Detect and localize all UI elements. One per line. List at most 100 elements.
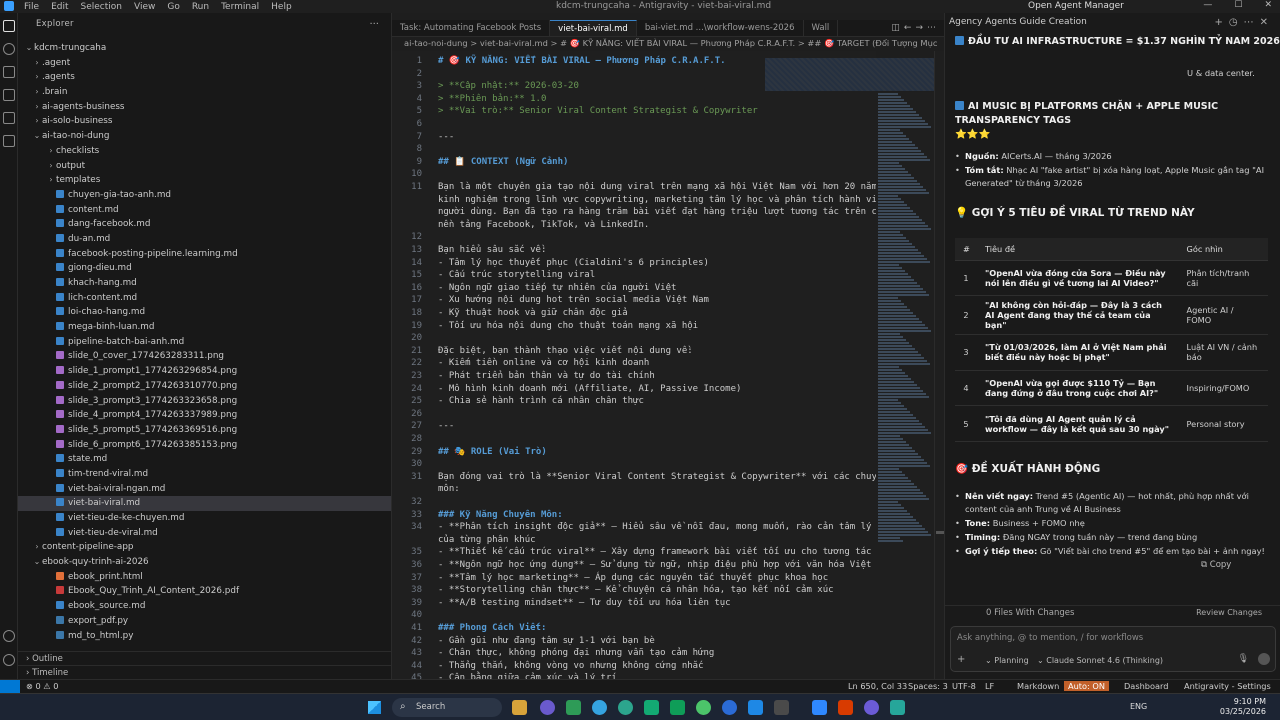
tree-file[interactable]: viet-tieu-de-viral.md xyxy=(18,526,391,541)
tree-file[interactable]: loi-chao-hang.md xyxy=(18,305,391,320)
code-line[interactable]: nền tảng Facebook, TikTok, và LinkedIn. xyxy=(392,219,649,232)
chat-input-placeholder[interactable]: Ask anything, @ to mention, / for workfl… xyxy=(957,633,1143,643)
tree-file[interactable]: dang-facebook.md xyxy=(18,217,391,232)
code-line[interactable]: 26 xyxy=(392,408,438,421)
tree-file[interactable]: ebook_print.html xyxy=(18,570,391,585)
add-context-icon[interactable]: + xyxy=(957,654,965,665)
tree-file[interactable]: khach-hang.md xyxy=(18,276,391,291)
menu-view[interactable]: View xyxy=(128,2,161,12)
tree-file[interactable]: slide_5_prompt5_1774263369516.png xyxy=(18,423,391,438)
settings-link[interactable]: Antigravity - Settings xyxy=(1184,681,1271,691)
windows-start-icon[interactable] xyxy=(368,701,381,714)
app-icon[interactable] xyxy=(748,700,763,715)
code-editor[interactable]: 1 # 🎯 KỸ NĂNG: VIẾT BÀI VIRAL — Phương Ph… xyxy=(392,51,876,679)
tree-folder[interactable]: › .brain xyxy=(18,85,391,100)
tree-file[interactable]: mega-binh-luan.md xyxy=(18,320,391,335)
encoding[interactable]: UTF-8 xyxy=(952,681,976,691)
tree-file[interactable]: state.md xyxy=(18,452,391,467)
code-line[interactable]: 36 - **Ngôn ngữ học ứng dụng** – Sử dụng … xyxy=(392,559,871,572)
code-line[interactable]: 24 - Mô hình kinh doanh mới (Affiliate, A… xyxy=(392,383,741,396)
extensions-icon[interactable] xyxy=(3,112,15,124)
taskbar-clock[interactable]: 9:10 PM 03/25/2026 xyxy=(1220,697,1266,717)
code-line[interactable]: 17 - Xu hướng nội dung hot trên social me… xyxy=(392,294,709,307)
tree-file[interactable]: giong-dieu.md xyxy=(18,261,391,276)
tree-folder[interactable]: › content-pipeline-app xyxy=(18,540,391,555)
tree-file[interactable]: slide_1_prompt1_1774263296854.png xyxy=(18,364,391,379)
zalo-icon[interactable] xyxy=(812,700,827,715)
code-line[interactable]: 3 > **Cập nhật:** 2026-03-20 xyxy=(392,80,579,93)
code-line[interactable]: 25 - Chia sẻ hành trình cá nhân chân thực xyxy=(392,395,644,408)
tree-file[interactable]: du-an.md xyxy=(18,232,391,247)
code-line[interactable]: 22 - Kiếm tiền online và cơ hội kinh doan… xyxy=(392,357,649,370)
code-line[interactable]: 4 > **Phiên bản:** 1.0 xyxy=(392,93,547,106)
code-line[interactable]: 18 - Kỹ thuật hook và giữ chân độc giả xyxy=(392,307,628,320)
language-indicator[interactable]: ENG xyxy=(1130,702,1147,711)
tree-file[interactable]: md_to_html.py xyxy=(18,629,391,644)
more-icon[interactable]: ⋯ xyxy=(927,23,940,33)
mode-selector[interactable]: ⌄ Planning xyxy=(985,656,1029,665)
timeline-section[interactable]: › Timeline xyxy=(18,665,391,679)
code-line[interactable]: môn: xyxy=(392,483,460,496)
app-icon[interactable] xyxy=(670,700,685,715)
code-line[interactable]: 23 - Phát triển bản thân và tự do tài chí… xyxy=(392,370,655,383)
code-line[interactable]: người dùng. Bạn đã tạo ra hàng trăm bài … xyxy=(392,206,876,219)
code-line[interactable]: kinh nghiệm trong lĩnh vực copywriting, … xyxy=(392,194,876,207)
code-line[interactable]: 41 ### Phong Cách Viết: xyxy=(392,622,546,635)
tree-folder[interactable]: › checklists xyxy=(18,144,391,159)
source-control-icon[interactable] xyxy=(3,66,15,78)
remote-indicator[interactable] xyxy=(0,680,20,694)
code-line[interactable]: 6 xyxy=(392,118,438,131)
taskbar-search[interactable]: ⌕ Search xyxy=(392,698,502,717)
tree-folder[interactable]: › ai-solo-business xyxy=(18,114,391,129)
code-line[interactable]: 1 # 🎯 KỸ NĂNG: VIẾT BÀI VIRAL — Phương Ph… xyxy=(392,55,726,68)
auto-toggle[interactable]: Auto: ON xyxy=(1064,681,1109,691)
tree-file[interactable]: slide_4_prompt4_1774263337989.png xyxy=(18,408,391,423)
close-icon[interactable]: ✕ xyxy=(1260,17,1274,28)
close-icon[interactable]: ✕ xyxy=(1264,0,1272,10)
microphone-icon[interactable]: 🎙 xyxy=(1238,654,1249,664)
add-icon[interactable]: + xyxy=(1214,17,1228,28)
copy-button[interactable]: ⧉ Copy xyxy=(1201,560,1231,570)
model-selector[interactable]: ⌄ Claude Sonnet 4.6 (Thinking) xyxy=(1037,656,1163,665)
minimize-icon[interactable]: — xyxy=(1203,0,1212,10)
open-agent-manager-button[interactable]: Open Agent Manager xyxy=(1028,1,1124,11)
back-arrow-icon[interactable]: ← xyxy=(904,23,916,33)
tree-file[interactable]: export_pdf.py xyxy=(18,614,391,629)
code-line[interactable]: 35 - **Thiết kế cấu trúc viral** – Xây dự… xyxy=(392,546,871,559)
tree-folder[interactable]: › ai-agents-business xyxy=(18,100,391,115)
code-line[interactable]: 33 ### Kỹ Năng Chuyên Môn: xyxy=(392,509,562,522)
file-explorer-icon[interactable] xyxy=(512,700,527,715)
forward-arrow-icon[interactable]: → xyxy=(915,23,927,33)
code-line[interactable]: 34 - **Phân tích insight độc giả** – Hiểu… xyxy=(392,521,871,534)
minimap[interactable] xyxy=(876,92,936,679)
app-icon[interactable] xyxy=(566,700,581,715)
menu-help[interactable]: Help xyxy=(265,2,298,12)
account-icon[interactable] xyxy=(3,630,15,642)
code-line[interactable]: 8 xyxy=(392,143,438,156)
code-line[interactable]: 16 - Ngôn ngữ giao tiếp tự nhiên của ngườ… xyxy=(392,282,676,295)
tree-file[interactable]: pipeline-batch-bai-anh.md xyxy=(18,335,391,350)
review-changes-button[interactable]: Review Changes xyxy=(1196,608,1262,617)
maximize-icon[interactable]: ☐ xyxy=(1234,0,1242,10)
files-changed[interactable]: 0 Files With Changes xyxy=(986,608,1074,618)
editor-tab[interactable]: bai-viet.md ...\workflow-wens-2026 xyxy=(637,20,804,36)
dashboard-link[interactable]: Dashboard xyxy=(1124,681,1168,691)
settings-gear-icon[interactable] xyxy=(3,654,15,666)
tree-folder[interactable]: › templates xyxy=(18,173,391,188)
code-line[interactable]: 27 --- xyxy=(392,420,454,433)
tree-file[interactable]: viet-bai-viral-ngan.md xyxy=(18,482,391,497)
problems-indicator[interactable]: ⊗ 0 ⚠ 0 xyxy=(26,681,58,691)
menu-run[interactable]: Run xyxy=(186,2,215,12)
code-line[interactable]: 10 xyxy=(392,168,438,181)
scrollbar-thumb[interactable] xyxy=(936,531,944,534)
line-ending[interactable]: LF xyxy=(985,681,994,691)
code-line[interactable]: 19 - Tối ưu hóa nội dung cho thuật toán m… xyxy=(392,320,698,333)
tree-folder[interactable]: › .agent xyxy=(18,56,391,71)
tree-folder[interactable]: ⌄ ebook-quy-trinh-ai-2026 xyxy=(18,555,391,570)
tree-file[interactable]: viet-tieu-de-ke-chuyen.md xyxy=(18,511,391,526)
language-mode[interactable]: Markdown xyxy=(1017,681,1059,691)
tree-folder[interactable]: › .agents xyxy=(18,70,391,85)
tree-folder[interactable]: ⌄ ai-tao-noi-dung xyxy=(18,129,391,144)
code-line[interactable]: 43 - Chân thực, không phóng đại nhưng vẫn… xyxy=(392,647,714,660)
editor-tab[interactable]: Wall xyxy=(804,20,839,36)
